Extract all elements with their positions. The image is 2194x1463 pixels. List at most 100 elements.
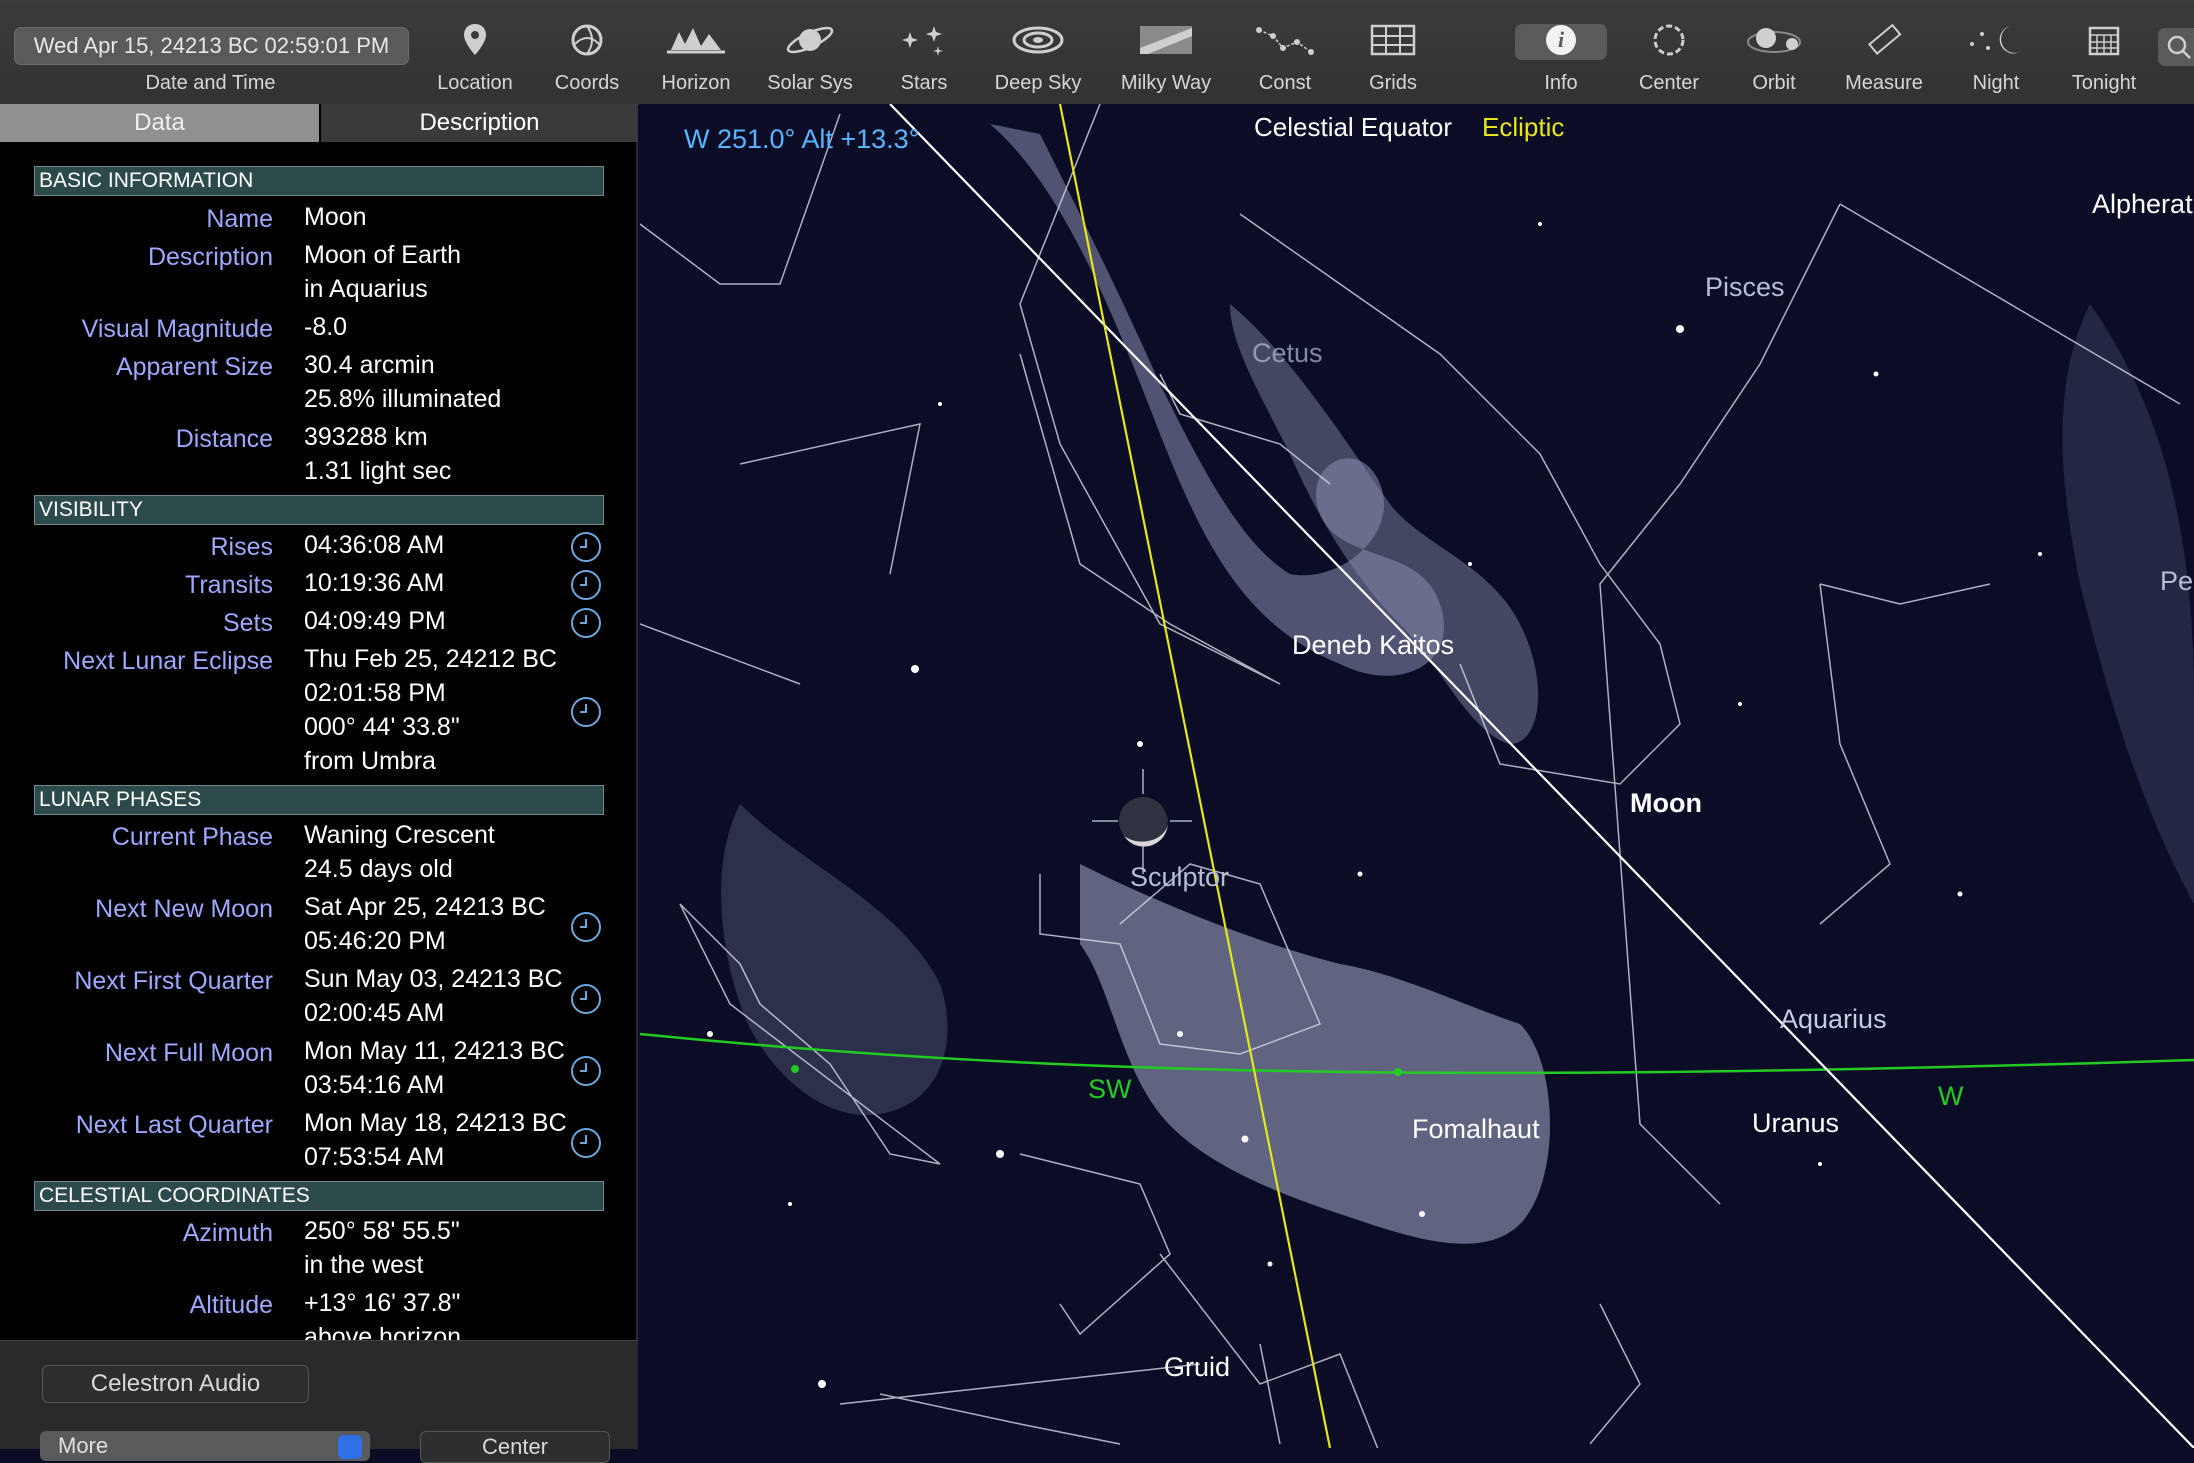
- distance-label: Distance: [176, 425, 273, 454]
- aquarius-artwork: [1080, 864, 1550, 1244]
- description-value: Moon of Earth in Aquarius: [304, 238, 461, 306]
- svg-text:i: i: [1558, 27, 1565, 52]
- more-select[interactable]: More: [40, 1431, 370, 1461]
- clock-icon[interactable]: [570, 911, 602, 943]
- next-lunar-eclipse-value: Thu Feb 25, 24212 BC 02:01:58 PM 000° 44…: [304, 642, 557, 778]
- name-value: Moon: [304, 200, 367, 234]
- more-select-label: More: [58, 1433, 108, 1458]
- aquarius-label: Aquarius: [1780, 1004, 1887, 1035]
- milky-way-button[interactable]: Milky Way: [1106, 14, 1226, 100]
- grids-button[interactable]: Grids: [1333, 14, 1453, 100]
- sets-label: Sets: [223, 609, 273, 638]
- next-full-moon-label: Next Full Moon: [105, 1039, 273, 1068]
- stars-button[interactable]: Stars: [864, 14, 984, 100]
- section-lunar-phases: LUNAR PHASES: [34, 785, 604, 815]
- transits-value: 10:19:36 AM: [304, 566, 444, 600]
- sculptor-label: Sculptor: [1130, 862, 1229, 893]
- pegasus-artwork: [2063, 304, 2194, 904]
- toolbar: Wed Apr 15, 24213 BC 02:59:01 PM Date an…: [0, 0, 2194, 105]
- info-panel: Data Description BASIC INFORMATION Name …: [0, 104, 638, 1448]
- clock-icon[interactable]: [570, 696, 602, 728]
- moon-label[interactable]: Moon: [1630, 788, 1702, 819]
- stars-icon: [896, 22, 952, 58]
- const-button[interactable]: Const: [1225, 14, 1345, 100]
- visual-magnitude-value: -8.0: [304, 310, 347, 344]
- deep-sky-label: Deep Sky: [978, 72, 1098, 95]
- next-new-moon-label: Next New Moon: [95, 895, 273, 924]
- deneb-kaitos-label[interactable]: Deneb Kaitos: [1292, 630, 1454, 661]
- current-phase-value: Waning Crescent 24.5 days old: [304, 818, 495, 886]
- tab-data[interactable]: Data: [0, 104, 319, 142]
- search-field[interactable]: [2158, 28, 2194, 66]
- grid-icon: [1370, 22, 1416, 58]
- rises-value: 04:36:08 AM: [304, 528, 444, 562]
- night-label: Night: [1936, 72, 2056, 95]
- location-button[interactable]: Location: [415, 14, 535, 100]
- center-object-button[interactable]: Center: [420, 1431, 610, 1463]
- uranus-label[interactable]: Uranus: [1752, 1108, 1839, 1139]
- ruler-icon: [1864, 22, 1904, 58]
- clock-icon[interactable]: [570, 1127, 602, 1159]
- clock-icon[interactable]: [570, 569, 602, 601]
- celestial-equator-label: Celestial Equator: [1254, 112, 1452, 143]
- date-time-field[interactable]: Wed Apr 15, 24213 BC 02:59:01 PM: [14, 27, 409, 65]
- orbit-icon: [1744, 22, 1804, 58]
- tonight-button[interactable]: Tonight: [2044, 14, 2164, 100]
- sw-marker-dot: [791, 1065, 799, 1073]
- search-icon: [2166, 34, 2192, 60]
- fomalhaut-label[interactable]: Fomalhaut: [1412, 1114, 1540, 1145]
- night-button[interactable]: Night: [1936, 14, 2056, 100]
- deep-sky-button[interactable]: Deep Sky: [978, 14, 1098, 100]
- azimuth-value: 250° 58' 55.5" in the west: [304, 1214, 460, 1282]
- galaxy-icon: [1010, 22, 1066, 58]
- panel-bottom-controls: Celestron Audio More Center: [0, 1340, 638, 1449]
- clock-icon[interactable]: [570, 1055, 602, 1087]
- location-label: Location: [415, 72, 535, 95]
- orbit-button[interactable]: Orbit: [1714, 14, 1834, 100]
- tab-description[interactable]: Description: [321, 104, 638, 142]
- info-label: Info: [1501, 72, 1621, 95]
- gruid-label: Gruid: [1164, 1352, 1230, 1383]
- measure-button[interactable]: Measure: [1824, 14, 1944, 100]
- apparent-size-label: Apparent Size: [116, 353, 273, 382]
- solar-sys-label: Solar Sys: [750, 72, 870, 95]
- distance-value: 393288 km 1.31 light sec: [304, 420, 451, 488]
- pegasus-label: Pe: [2160, 566, 2193, 597]
- section-basic-information: BASIC INFORMATION: [34, 166, 604, 196]
- celestron-audio-button[interactable]: Celestron Audio: [42, 1365, 309, 1403]
- section-celestial-coordinates: CELESTIAL COORDINATES: [34, 1181, 604, 1211]
- date-time-label: Date and Time: [14, 72, 407, 95]
- clock-icon[interactable]: [570, 531, 602, 563]
- coords-button[interactable]: Coords: [527, 14, 647, 100]
- tonight-label: Tonight: [2044, 72, 2164, 95]
- celestial-equator-line: [890, 104, 2194, 1448]
- center-label: Center: [1609, 72, 1729, 95]
- panel-tabs: Data Description: [0, 104, 638, 142]
- horizon-label: Horizon: [636, 72, 756, 95]
- ecliptic-line: [1060, 104, 1330, 1448]
- visual-magnitude-label: Visual Magnitude: [82, 315, 273, 344]
- orbit-label: Orbit: [1714, 72, 1834, 95]
- center-toolbar-button[interactable]: Center: [1609, 14, 1729, 100]
- next-last-quarter-label: Next Last Quarter: [76, 1111, 273, 1140]
- description-label: Description: [148, 243, 273, 272]
- next-last-quarter-value: Mon May 18, 24213 BC 07:53:54 AM: [304, 1106, 567, 1174]
- coords-label: Coords: [527, 72, 647, 95]
- next-first-quarter-label: Next First Quarter: [74, 967, 273, 996]
- milky-way-icon: [1136, 22, 1196, 58]
- compass-sw-label: SW: [1088, 1074, 1132, 1105]
- info-button[interactable]: i Info: [1501, 14, 1621, 100]
- azimuth-label: Azimuth: [183, 1219, 273, 1248]
- const-label: Const: [1225, 72, 1345, 95]
- moon-marker: [1092, 769, 1192, 874]
- next-full-moon-value: Mon May 11, 24213 BC 03:54:16 AM: [304, 1034, 565, 1102]
- info-icon: i: [1543, 22, 1579, 58]
- solar-sys-button[interactable]: Solar Sys: [750, 14, 870, 100]
- sky-chart[interactable]: W 251.0° Alt +13.3° Celestial Equator Ec…: [640, 104, 2194, 1448]
- clock-icon[interactable]: [570, 607, 602, 639]
- info-scroll-area[interactable]: BASIC INFORMATION Name Moon Description …: [0, 142, 638, 1438]
- horizon-button[interactable]: Horizon: [636, 14, 756, 100]
- chevron-down-icon: [338, 1435, 362, 1459]
- alpheratz-label[interactable]: Alpherat: [2092, 189, 2193, 220]
- clock-icon[interactable]: [570, 983, 602, 1015]
